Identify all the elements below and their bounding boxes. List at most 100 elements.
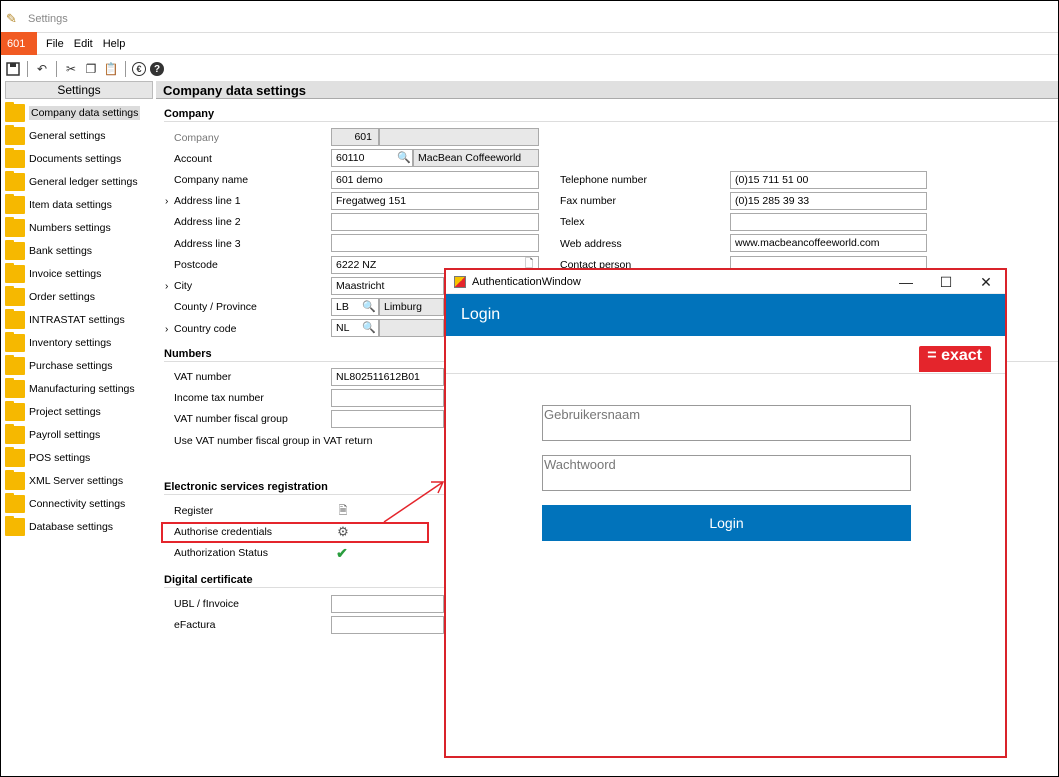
ubl-field[interactable] bbox=[331, 595, 444, 613]
folder-icon bbox=[5, 354, 25, 375]
window-titlebar: ✎ Settings bbox=[2, 9, 602, 29]
vat-fiscal-group-field[interactable] bbox=[331, 410, 444, 428]
vat-field[interactable]: NL802511612B01 bbox=[331, 368, 444, 386]
sidebar-item[interactable]: Invoice settings bbox=[5, 262, 153, 285]
country-label: Country code bbox=[174, 323, 237, 335]
section-company: Company bbox=[164, 108, 1058, 122]
sidebar-item[interactable]: Payroll settings bbox=[5, 423, 153, 446]
sidebar-item[interactable]: Project settings bbox=[5, 400, 153, 423]
sidebar-item[interactable]: General settings bbox=[5, 124, 153, 147]
phone-field[interactable]: (0)15 711 51 00 bbox=[730, 171, 927, 189]
close-icon[interactable]: ✕ bbox=[966, 270, 1006, 294]
authorization-status-label: Authorization Status bbox=[174, 547, 268, 559]
sidebar-item[interactable]: Order settings bbox=[5, 285, 153, 308]
account-name-field: MacBean Coffeeworld bbox=[413, 149, 539, 167]
tools-icon: ✎ bbox=[6, 11, 17, 26]
sidebar-item[interactable]: Bank settings bbox=[5, 239, 153, 262]
sidebar-item[interactable]: POS settings bbox=[5, 446, 153, 469]
income-tax-field[interactable] bbox=[331, 389, 444, 407]
chevron-right-icon[interactable]: › bbox=[165, 196, 168, 207]
company-name-readonly bbox=[379, 128, 539, 146]
sidebar-item[interactable]: INTRASTAT settings bbox=[5, 308, 153, 331]
window-title: Settings bbox=[28, 13, 68, 25]
sidebar-item[interactable]: Numbers settings bbox=[5, 216, 153, 239]
menu-bar: 601 File Edit Help bbox=[1, 32, 1058, 55]
section-electronic: Electronic services registration bbox=[164, 481, 444, 495]
exact-logo: = exact bbox=[919, 346, 991, 372]
sidebar-list: Company data settings General settings Doc… bbox=[5, 99, 153, 538]
sidebar-item[interactable]: Documents settings bbox=[5, 147, 153, 170]
sidebar-item[interactable]: Item data settings bbox=[5, 193, 153, 216]
auth-divider bbox=[446, 373, 1005, 374]
phone-label: Telephone number bbox=[560, 174, 647, 186]
sidebar-item[interactable]: XML Server settings bbox=[5, 469, 153, 492]
folder-icon bbox=[5, 446, 25, 467]
address3-field[interactable] bbox=[331, 234, 539, 252]
sidebar-item[interactable]: General ledger settings bbox=[5, 170, 153, 193]
web-field[interactable]: www.macbeancoffeeworld.com bbox=[730, 234, 927, 252]
city-field[interactable]: Maastricht bbox=[331, 277, 444, 295]
folder-icon bbox=[5, 377, 25, 398]
auth-titlebar: AuthenticationWindow — ☐ ✕ bbox=[446, 270, 1005, 294]
undo-icon[interactable]: ↶ bbox=[34, 61, 50, 77]
company-name-label: Company name bbox=[174, 174, 249, 186]
lookup-icon[interactable]: 🔍 bbox=[396, 150, 412, 166]
company-badge[interactable]: 601 bbox=[1, 32, 37, 55]
sidebar-item[interactable]: Database settings bbox=[5, 515, 153, 538]
address3-label: Address line 3 bbox=[174, 238, 241, 250]
settings-sidebar: Settings Company data settings General se… bbox=[5, 81, 153, 538]
efactura-field[interactable] bbox=[331, 616, 444, 634]
sidebar-item-label: Payroll settings bbox=[29, 428, 101, 441]
sidebar-item[interactable]: Company data settings bbox=[5, 101, 153, 124]
cut-icon[interactable]: ✂ bbox=[63, 61, 79, 77]
web-label: Web address bbox=[560, 238, 622, 250]
login-button[interactable]: Login bbox=[542, 505, 911, 541]
gear-icon[interactable]: ⚙ bbox=[335, 524, 351, 540]
chevron-right-icon[interactable]: › bbox=[165, 281, 168, 292]
sidebar-item[interactable]: Connectivity settings bbox=[5, 492, 153, 515]
folder-icon bbox=[5, 469, 25, 490]
document-icon[interactable]: 🗎 bbox=[335, 503, 351, 519]
paste-icon[interactable]: 📋 bbox=[103, 61, 119, 77]
toolbar-separator bbox=[56, 61, 57, 77]
sidebar-header: Settings bbox=[5, 81, 153, 99]
vat-fiscal-group-label: VAT number fiscal group bbox=[174, 413, 288, 425]
euro-icon[interactable]: € bbox=[132, 62, 146, 76]
copy-icon[interactable]: ❐ bbox=[83, 61, 99, 77]
lookup-icon[interactable]: 🔍 bbox=[361, 320, 377, 336]
fax-field[interactable]: (0)15 285 39 33 bbox=[730, 192, 927, 210]
vat-label: VAT number bbox=[174, 371, 232, 383]
sidebar-item-label: Item data settings bbox=[29, 198, 112, 211]
use-vat-group-label: Use VAT number fiscal group in VAT retur… bbox=[174, 435, 373, 447]
minimize-icon[interactable]: — bbox=[886, 270, 926, 294]
folder-icon bbox=[5, 423, 25, 444]
address2-label: Address line 2 bbox=[174, 216, 241, 228]
menu-edit[interactable]: Edit bbox=[74, 38, 93, 50]
password-input[interactable]: Wachtwoord bbox=[542, 455, 911, 491]
menu-file[interactable]: File bbox=[46, 38, 64, 50]
company-name-field[interactable]: 601 demo bbox=[331, 171, 539, 189]
sidebar-item-label: Company data settings bbox=[29, 105, 141, 120]
chevron-right-icon[interactable]: › bbox=[165, 324, 168, 335]
ubl-label: UBL / fInvoice bbox=[174, 598, 239, 610]
sidebar-item[interactable]: Inventory settings bbox=[5, 331, 153, 354]
address1-field[interactable]: Fregatweg 151 bbox=[331, 192, 539, 210]
address2-field[interactable] bbox=[331, 213, 539, 231]
maximize-icon[interactable]: ☐ bbox=[926, 270, 966, 294]
folder-icon bbox=[5, 216, 25, 237]
lookup-icon[interactable]: 🔍 bbox=[361, 299, 377, 315]
telex-field[interactable] bbox=[730, 213, 927, 231]
sidebar-item[interactable]: Purchase settings bbox=[5, 354, 153, 377]
username-input[interactable]: Gebruikersnaam bbox=[542, 405, 911, 441]
company-label: Company bbox=[174, 132, 219, 144]
save-icon[interactable] bbox=[5, 61, 21, 77]
folder-icon bbox=[5, 262, 25, 283]
sidebar-item[interactable]: Manufacturing settings bbox=[5, 377, 153, 400]
income-tax-label: Income tax number bbox=[174, 392, 264, 404]
folder-icon bbox=[5, 124, 25, 145]
help-icon[interactable]: ? bbox=[150, 62, 164, 76]
window-icon bbox=[454, 275, 466, 288]
account-label: Account bbox=[174, 153, 212, 165]
menu-help[interactable]: Help bbox=[103, 38, 126, 50]
auth-header: Login bbox=[446, 294, 1005, 336]
